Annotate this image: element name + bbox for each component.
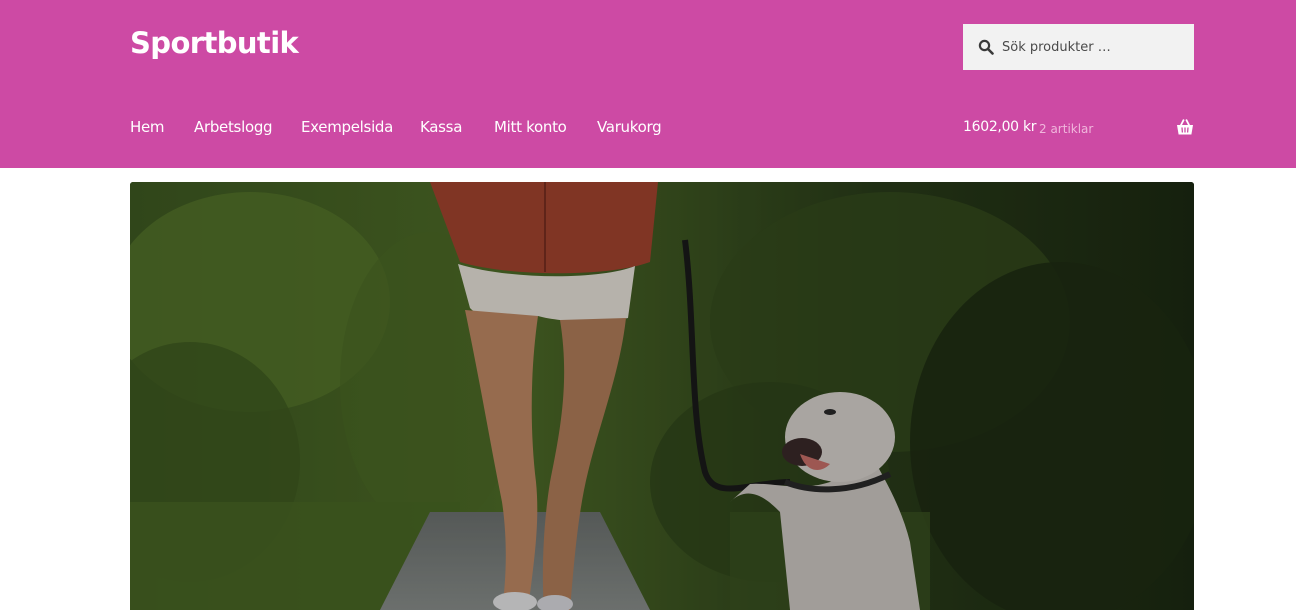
site-title[interactable]: Sportbutik (130, 26, 299, 60)
header-cart[interactable]: 1602,00 kr 2 artiklar (963, 118, 1194, 140)
cart-amount: 1602,00 kr (963, 119, 1037, 135)
nav-item-exempelsida[interactable]: Exempelsida (301, 118, 393, 136)
cart-item-count: 2 artiklar (1039, 122, 1094, 136)
nav-item-arbetslogg[interactable]: Arbetslogg (194, 118, 273, 136)
hero-image (130, 182, 1194, 610)
nav-item-mitt-konto[interactable]: Mitt konto (494, 118, 567, 136)
nav-item-hem[interactable]: Hem (130, 118, 165, 136)
basket-icon[interactable] (1176, 119, 1194, 136)
search-input[interactable] (1002, 39, 1182, 55)
nav-item-varukorg[interactable]: Varukorg (597, 118, 662, 136)
search-icon (978, 39, 994, 55)
nav-item-kassa[interactable]: Kassa (420, 118, 462, 136)
search-box[interactable] (963, 24, 1194, 70)
site-header: Sportbutik Hem Arbetslogg Exempelsida Ka… (0, 0, 1296, 168)
